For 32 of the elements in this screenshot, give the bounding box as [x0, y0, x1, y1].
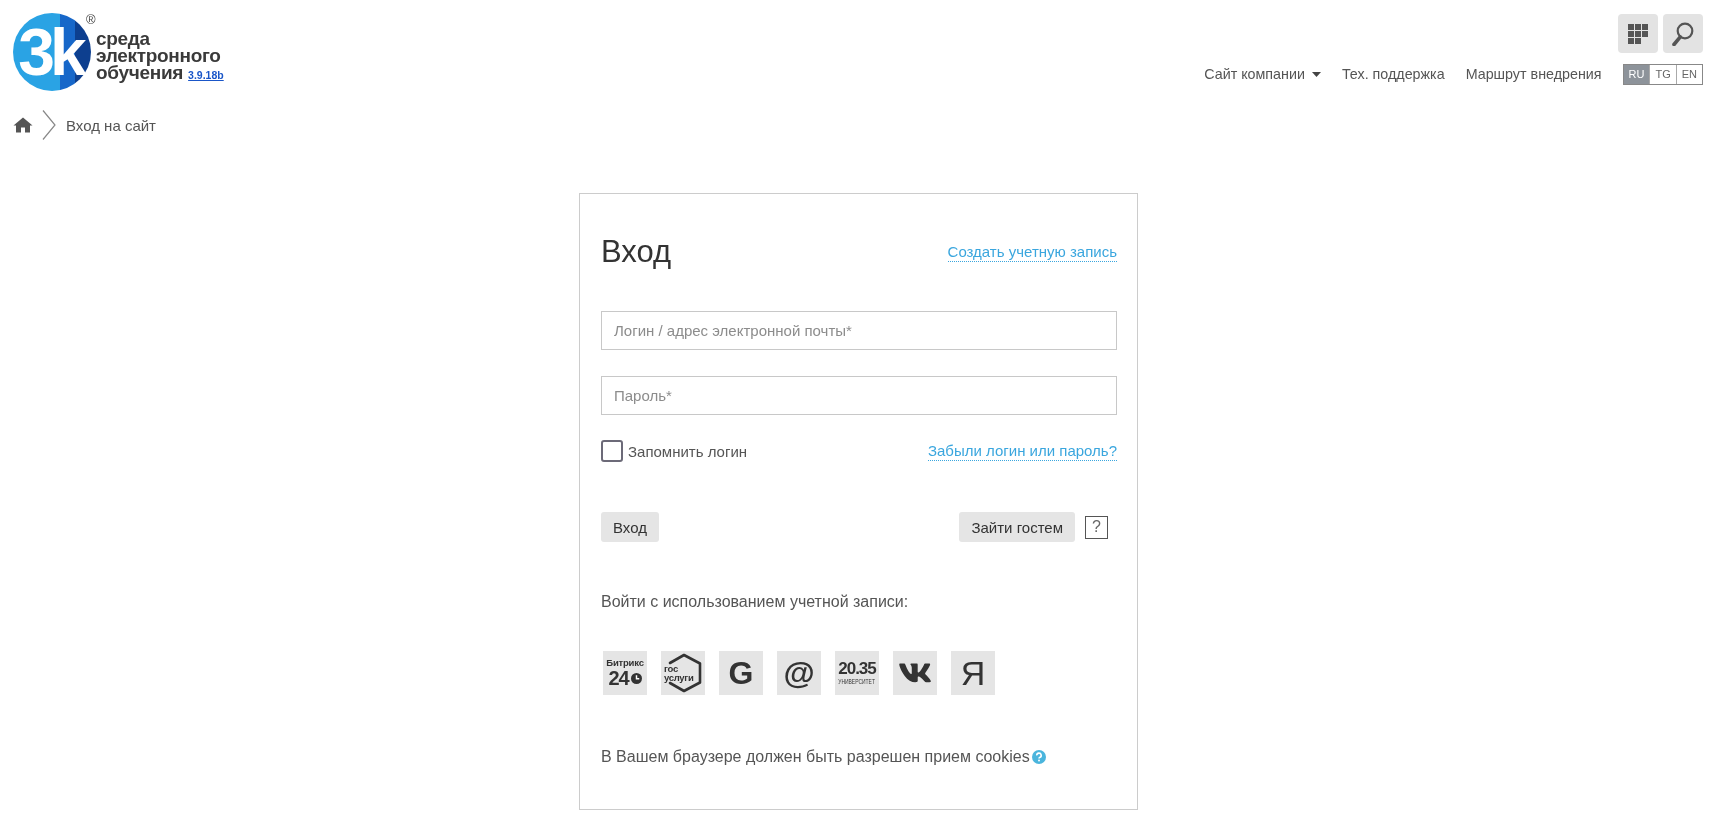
chevron-separator-icon [42, 110, 56, 140]
guest-login-button[interactable]: Зайти гостем [959, 512, 1075, 542]
password-field[interactable]: Пароль* [601, 376, 1117, 415]
version-link[interactable]: 3.9.18b [188, 67, 224, 84]
logo-icon [899, 662, 931, 684]
home-icon[interactable] [13, 117, 33, 133]
breadcrumb-item: Вход на сайт [66, 116, 156, 134]
search-icon [1672, 21, 1694, 46]
search-button[interactable] [1663, 14, 1703, 53]
social-login-button[interactable]: гос услуги [661, 651, 705, 695]
logo-text: обучения [96, 64, 184, 81]
social-login-button[interactable]: Битрикс 24 [603, 651, 647, 695]
cookie-notice: В Вашем браузере должен быть разрешен прием cookies [601, 748, 1030, 766]
nav-link[interactable]: Сайт компании [1204, 66, 1321, 82]
nav-link[interactable]: Тех. поддержка [1341, 66, 1445, 82]
logo-text: среда [96, 30, 151, 47]
apps-button[interactable] [1618, 14, 1658, 53]
form-title: Вход [601, 234, 672, 270]
help-button[interactable]: ? [1085, 515, 1108, 539]
social-login-button[interactable]: @ [777, 651, 821, 695]
social-login-button[interactable]: G [719, 651, 763, 695]
social-login-button[interactable]: 20.35 УНИВЕРСИТЕТ [835, 651, 879, 695]
social-login-heading: Войти с использованием учетной записи: [601, 592, 910, 612]
login-button[interactable]: Вход [601, 512, 659, 542]
checkbox[interactable] [601, 440, 623, 462]
nav-link[interactable]: Маршрут внедрения [1465, 66, 1602, 82]
clock-icon [630, 672, 642, 684]
apps-grid-icon [1628, 23, 1648, 44]
social-login-button[interactable] [893, 651, 937, 695]
social-login-button[interactable]: Я [951, 651, 995, 695]
login-field[interactable]: Логин / адрес электронной почты* [601, 311, 1117, 350]
checkbox-label[interactable]: Запомнить логин [628, 442, 748, 460]
